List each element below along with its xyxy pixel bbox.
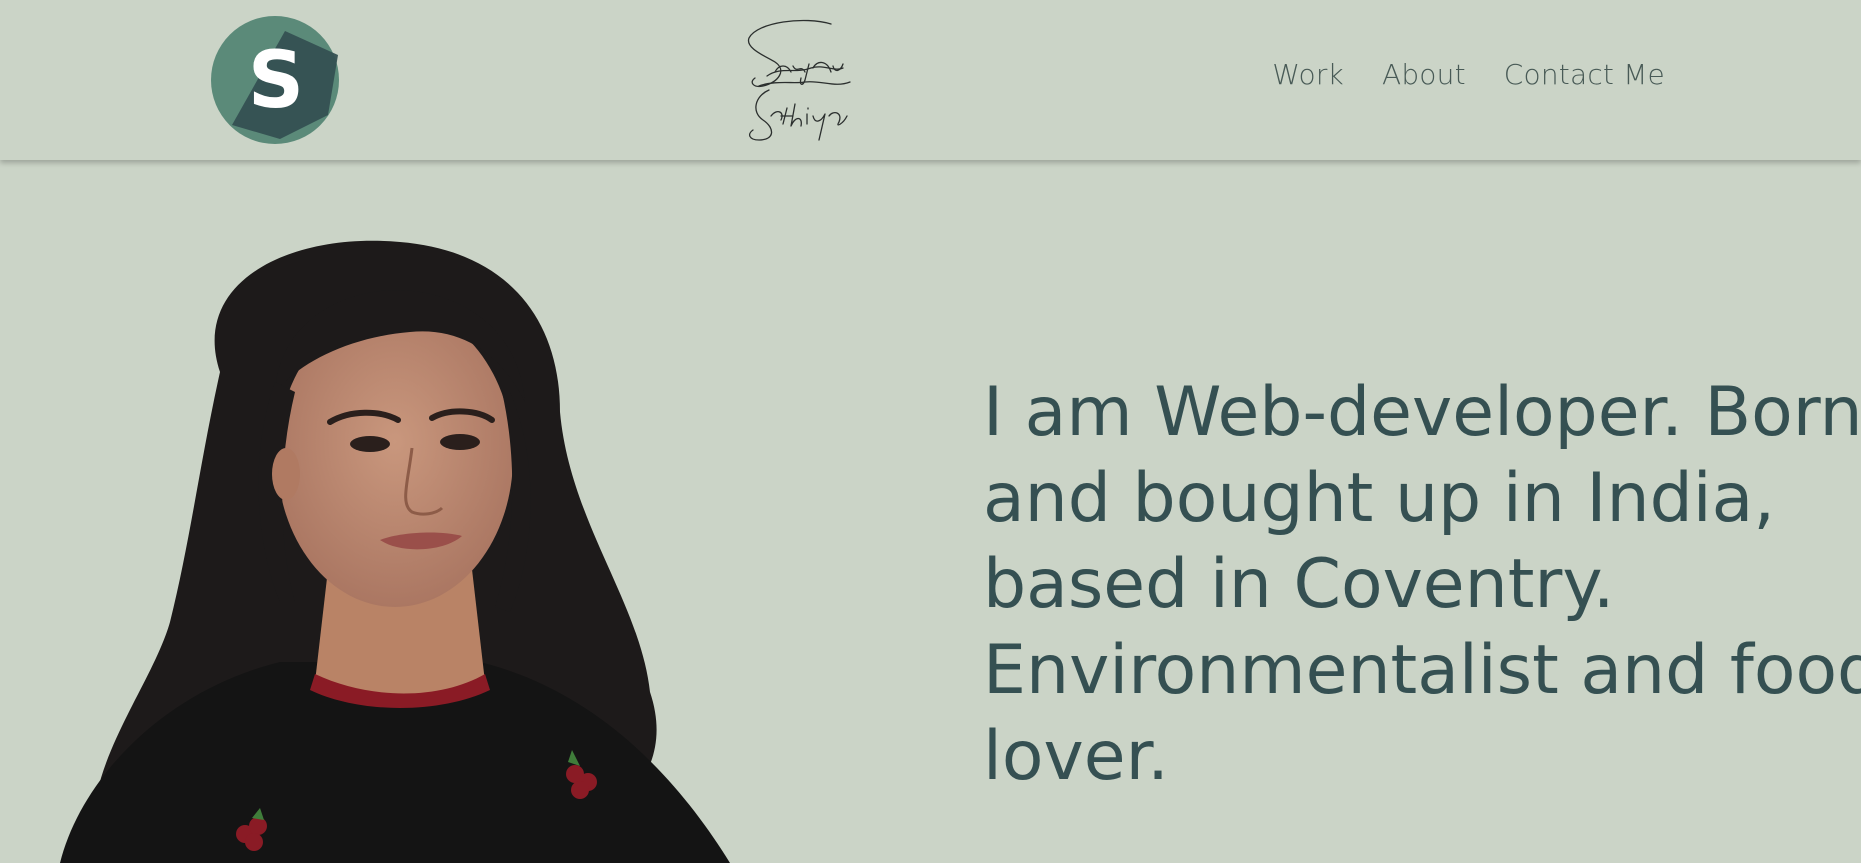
hero-section: I am Web-developer. Born and bought up i… bbox=[0, 162, 1861, 863]
logo-letter: S bbox=[248, 36, 304, 126]
nav-link-contact-me[interactable]: Contact Me bbox=[1504, 58, 1665, 92]
s-monogram-logo-icon[interactable]: S bbox=[210, 15, 340, 145]
nav-link-work[interactable]: Work bbox=[1272, 58, 1344, 92]
profile-photo-icon bbox=[60, 240, 730, 863]
main-nav: Work About Contact Me bbox=[1272, 58, 1665, 92]
intro-text: I am Web-developer. Born and bought up i… bbox=[983, 373, 1861, 796]
site-header: S Work About Contact Me bbox=[0, 0, 1861, 160]
nav-link-about[interactable]: About bbox=[1382, 58, 1466, 92]
handwritten-signature-icon bbox=[747, 19, 851, 141]
